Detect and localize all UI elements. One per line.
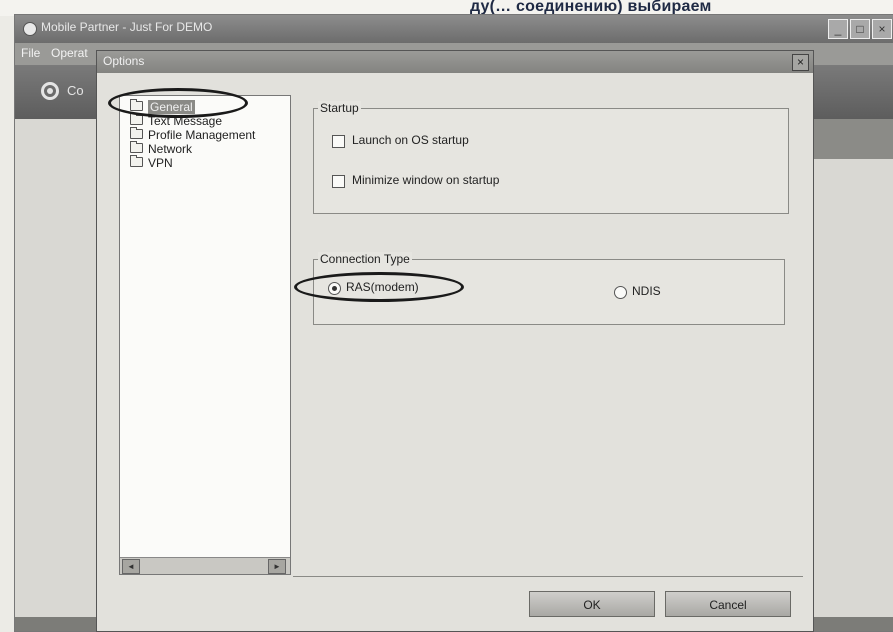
tree-item-profile-management[interactable]: Profile Management [130, 127, 256, 142]
maximize-button[interactable]: □ [850, 19, 870, 39]
dialog-titlebar: Options × [97, 51, 813, 73]
dialog-separator [293, 576, 803, 577]
app-titlebar: Mobile Partner - Just For DEMO _ □ × [15, 15, 893, 43]
startup-group: Startup Launch on OS startup Minimize wi… [313, 101, 789, 214]
app-icon [23, 22, 37, 36]
connection-type-legend: Connection Type [318, 252, 412, 266]
tree-item-label: VPN [148, 156, 173, 170]
tree-item-network[interactable]: Network [130, 141, 193, 156]
folder-icon [130, 141, 143, 153]
minimize-on-startup-label[interactable]: Minimize window on startup [352, 173, 499, 187]
folder-icon [130, 113, 143, 125]
tree-horizontal-scrollbar[interactable]: ◄ ► [120, 557, 290, 574]
ok-button[interactable]: OK [529, 591, 655, 617]
tree-item-label: Profile Management [148, 128, 256, 142]
launch-on-startup-checkbox[interactable] [332, 135, 345, 148]
ndis-radio[interactable] [614, 286, 627, 299]
connect-icon[interactable] [41, 82, 59, 100]
ndis-label[interactable]: NDIS [632, 284, 661, 298]
scroll-left-button[interactable]: ◄ [122, 559, 140, 574]
folder-icon [130, 155, 143, 167]
folder-icon [130, 127, 143, 139]
app-side-panel [811, 119, 893, 159]
startup-legend: Startup [318, 101, 361, 115]
launch-on-startup-label[interactable]: Launch on OS startup [352, 133, 469, 147]
close-button[interactable]: × [872, 19, 892, 39]
menu-operations[interactable]: Operat [51, 46, 88, 60]
toolbar-connect-label[interactable]: Co [67, 83, 84, 98]
highlight-ras-annotation [294, 272, 464, 302]
app-title: Mobile Partner - Just For DEMO [41, 20, 213, 34]
minimize-on-startup-checkbox[interactable] [332, 175, 345, 188]
dialog-close-button[interactable]: × [792, 54, 809, 71]
tree-item-label: Network [148, 142, 193, 156]
minimize-button[interactable]: _ [828, 19, 848, 39]
highlight-general-annotation [108, 88, 248, 118]
tree-item-vpn[interactable]: VPN [130, 155, 173, 170]
scroll-right-button[interactable]: ► [268, 559, 286, 574]
menu-file[interactable]: File [21, 46, 40, 60]
cancel-button[interactable]: Cancel [665, 591, 791, 617]
dialog-title: Options [103, 54, 145, 68]
options-tree: General Text Message Profile Management … [119, 95, 291, 575]
options-dialog: Options × General Text Message Profile M… [96, 50, 814, 632]
